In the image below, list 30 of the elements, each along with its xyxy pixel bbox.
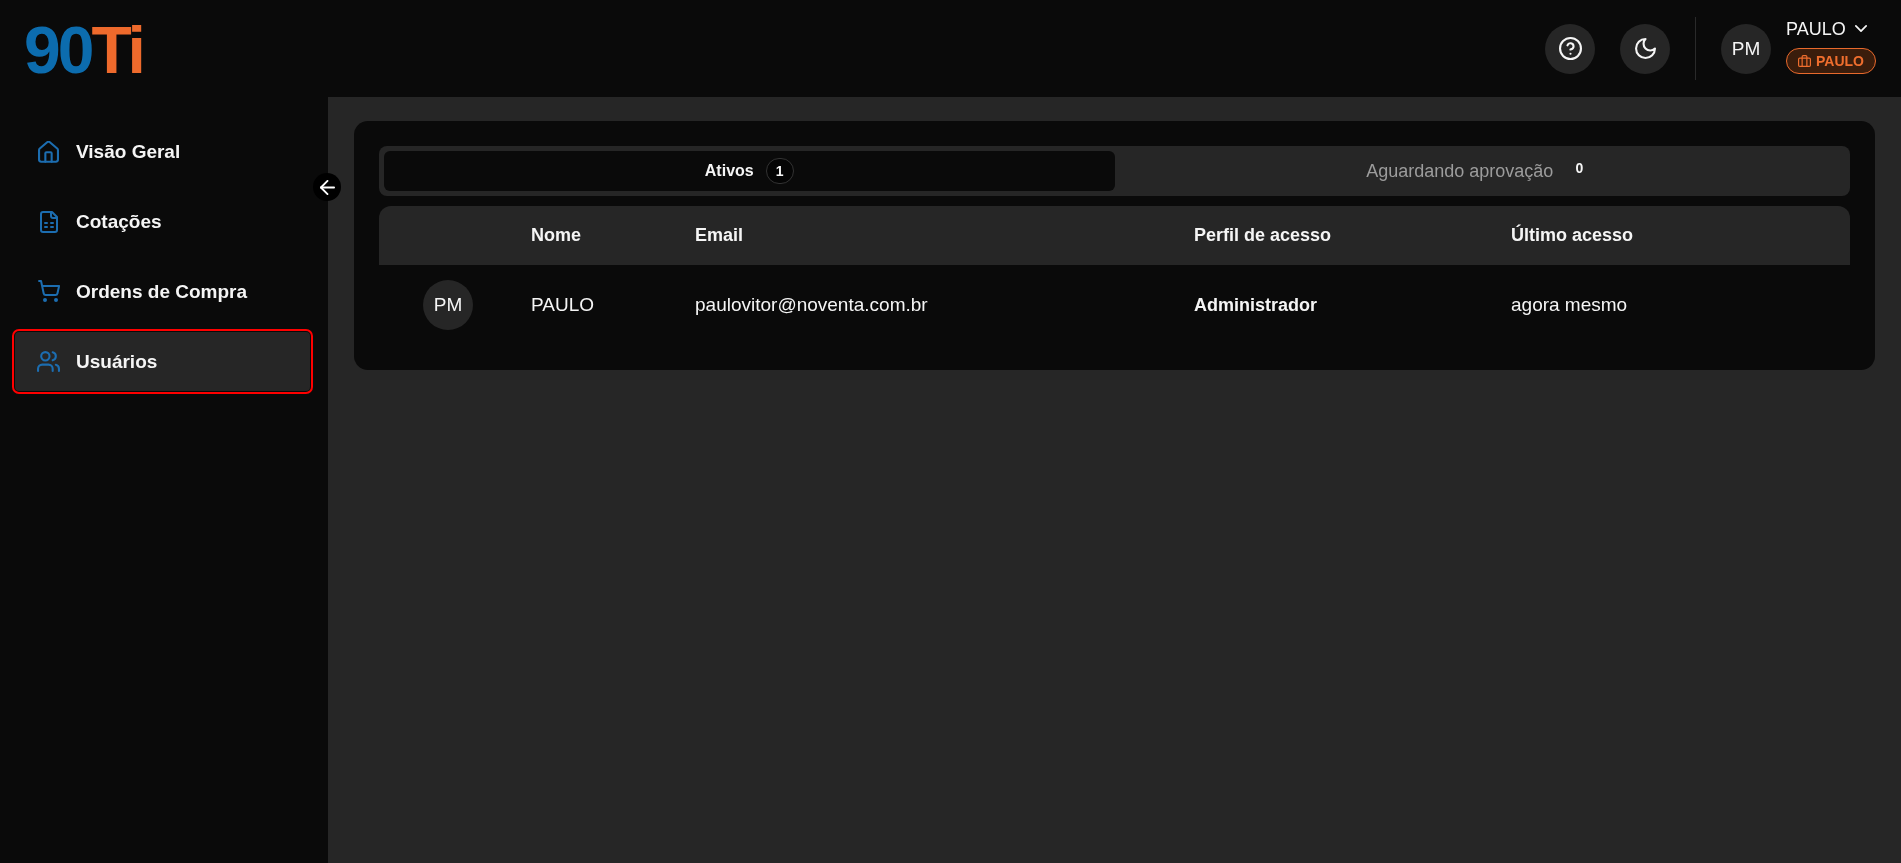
table-cell-text: agora mesmo	[1511, 294, 1629, 316]
sidebar-item[interactable]: Visão Geral	[15, 122, 310, 181]
column-header: Email	[695, 225, 745, 246]
sidebar-item[interactable]: Ordens de Compra	[15, 262, 310, 321]
table-cell-text: Administrador	[1194, 294, 1318, 316]
tab-count: 0	[1574, 159, 1585, 178]
column-header: Último acesso	[1511, 225, 1635, 246]
company-name: PAULO	[1816, 52, 1864, 69]
user-avatar: PM	[423, 280, 473, 330]
tab[interactable]: Aguardando aprovação 0	[1114, 151, 1845, 191]
logo: 90Ti	[24, 16, 144, 83]
users-icon	[37, 351, 60, 372]
cart-icon	[37, 280, 60, 303]
column-header: Nome	[531, 225, 582, 246]
moon-icon	[1634, 38, 1656, 59]
sidebar-item[interactable]: Cotações	[15, 192, 310, 251]
collapse-sidebar-button[interactable]	[313, 173, 341, 201]
tab-count: 1	[765, 158, 794, 184]
sidebar-item[interactable]: Usuários	[15, 332, 310, 391]
column-header: Perfil de acesso	[1194, 225, 1333, 246]
user-avatar: PM	[1721, 23, 1772, 74]
help-icon	[1558, 37, 1582, 60]
chevron-down-icon	[1854, 25, 1867, 32]
document-icon	[39, 210, 58, 233]
briefcase-icon	[1798, 54, 1812, 67]
home-icon	[38, 140, 59, 163]
tab[interactable]: Ativos 1	[384, 151, 1115, 191]
table-cell-text: PAULO	[531, 294, 595, 316]
user-menu-button[interactable]: PAULO	[1786, 17, 1867, 40]
table-cell-text: paulovitor@noventa.com.br	[695, 294, 929, 316]
